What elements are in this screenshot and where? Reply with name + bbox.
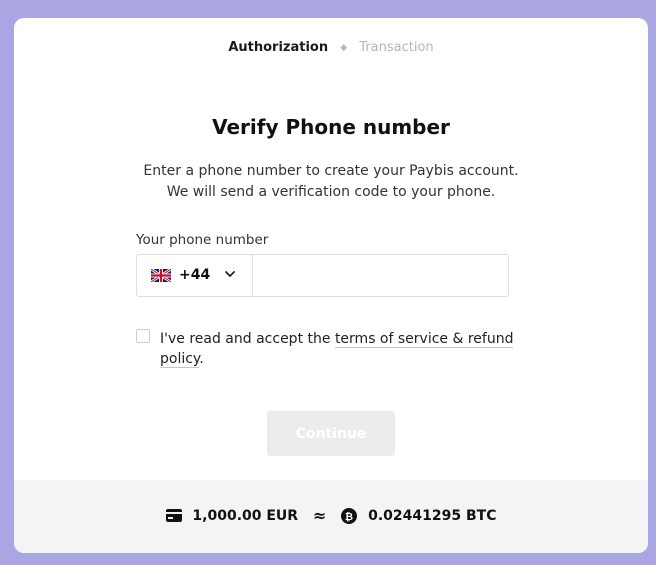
continue-button[interactable]: Continue	[267, 411, 395, 456]
card-icon	[165, 509, 182, 522]
description-line-2: We will send a verification code to your…	[166, 184, 496, 200]
chevron-down-icon	[225, 271, 235, 277]
terms-suffix: .	[199, 351, 204, 367]
crypto-amount: 0.02441295 BTC	[368, 507, 497, 524]
step-authorization: Authorization	[228, 40, 329, 55]
phone-field: +44	[136, 254, 509, 297]
uk-flag-icon	[151, 269, 171, 282]
approx-symbol: ≈	[312, 506, 327, 525]
country-code-select[interactable]: +44	[137, 255, 253, 296]
page-title: Verify Phone number	[212, 115, 450, 139]
progress-steps: Authorization ◆ Transaction	[14, 40, 648, 55]
step-transaction: Transaction	[359, 40, 434, 55]
terms-checkbox[interactable]	[136, 329, 150, 343]
fiat-amount: 1,000.00 EUR	[192, 507, 299, 524]
svg-text:₿: ₿	[345, 511, 353, 523]
terms-text: I've read and accept the terms of servic…	[160, 329, 540, 369]
auth-card: Authorization ◆ Transaction Verify Phone…	[14, 18, 648, 553]
terms-prefix: I've read and accept the	[160, 331, 335, 347]
bitcoin-icon: ₿	[341, 507, 358, 524]
description-line-1: Enter a phone number to create your Payb…	[143, 163, 519, 179]
step-separator-icon: ◆	[340, 43, 348, 53]
order-summary-footer: 1,000.00 EUR ≈ ₿ 0.02441295 BTC	[14, 480, 648, 553]
order-summary: 1,000.00 EUR ≈ ₿ 0.02441295 BTC	[14, 506, 648, 525]
page-description: Enter a phone number to create your Payb…	[14, 161, 648, 203]
phone-number-input[interactable]	[253, 255, 507, 296]
country-code: +44	[179, 267, 211, 283]
phone-label: Your phone number	[136, 232, 269, 248]
